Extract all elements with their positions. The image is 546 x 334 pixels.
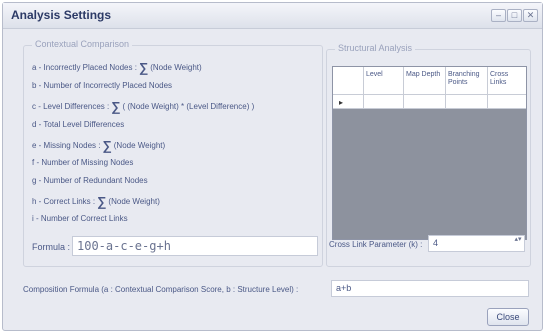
close-button[interactable]: Close: [487, 308, 529, 326]
window-title: Analysis Settings: [11, 8, 112, 22]
rule-f: f - Number of Missing Nodes: [32, 158, 133, 167]
rule-text: ( (Node Weight) * (Level Difference) ): [122, 102, 255, 111]
table-row[interactable]: ▸: [333, 95, 526, 109]
composition-formula-label: Composition Formula (a : Contextual Comp…: [23, 285, 299, 294]
rule-text: c - Level Differences :: [32, 102, 110, 111]
maximize-icon[interactable]: □: [507, 9, 522, 22]
rule-d: d - Total Level Differences: [32, 120, 124, 129]
sigma-icon: ∑: [97, 194, 107, 209]
title-bar: Analysis Settings – □ ✕: [3, 3, 542, 29]
rule-text: e - Missing Nodes :: [32, 141, 101, 150]
column-header-branching-points[interactable]: Branching Points: [445, 67, 487, 95]
column-header-cross-links[interactable]: Cross Links: [487, 67, 526, 95]
grid-header: Level Map Depth Branching Points Cross L…: [333, 67, 526, 95]
close-icon[interactable]: ✕: [523, 9, 538, 22]
minimize-icon[interactable]: –: [491, 9, 506, 22]
composition-formula-input[interactable]: a+b: [331, 280, 529, 297]
cell-cross-links[interactable]: [487, 95, 526, 109]
cell-map-depth[interactable]: [403, 95, 445, 109]
contextual-comparison-group: Contextual Comparison a - Incorrectly Pl…: [23, 39, 323, 267]
rule-text: a - Incorrectly Placed Nodes :: [32, 63, 137, 72]
sigma-icon: ∑: [111, 99, 121, 114]
rule-i: i - Number of Correct Links: [32, 214, 128, 223]
rule-text: g - Number of Redundant Nodes: [32, 176, 148, 185]
column-header-map-depth[interactable]: Map Depth: [403, 67, 445, 95]
column-header-level[interactable]: Level: [363, 67, 403, 95]
rule-text: (Node Weight): [108, 197, 160, 206]
sigma-icon: ∑: [138, 60, 149, 75]
rule-text: (Node Weight): [150, 63, 202, 72]
rule-text: b - Number of Incorrectly Placed Nodes: [32, 81, 173, 90]
formula-label: Formula :: [32, 242, 71, 252]
rule-a: a - Incorrectly Placed Nodes : ∑ (Node Wei…: [32, 60, 202, 75]
rule-text: f - Number of Missing Nodes: [32, 158, 134, 167]
rule-c: c - Level Differences : ∑( (Node Weight) …: [32, 99, 254, 114]
spinner-arrows-icon[interactable]: ▴▾: [513, 236, 523, 250]
structural-analysis-grid[interactable]: Level Map Depth Branching Points Cross L…: [332, 66, 527, 240]
rule-text: d - Total Level Differences: [32, 120, 125, 129]
rule-g: g - Number of Redundant Nodes: [32, 176, 148, 185]
cross-link-parameter-label: Cross Link Parameter (k) :: [329, 240, 423, 249]
cross-link-parameter-value: 4: [433, 238, 439, 248]
row-selector-icon: ▸: [339, 98, 344, 107]
formula-input[interactable]: 100-a-c-e-g+h: [72, 236, 318, 256]
sigma-icon: ∑: [102, 138, 112, 153]
cross-link-parameter-stepper[interactable]: 4 ▴▾: [428, 235, 525, 252]
rule-text: h - Correct Links :: [32, 197, 96, 206]
contextual-comparison-legend: Contextual Comparison: [32, 39, 133, 49]
rule-b: b - Number of Incorrectly Placed Nodes: [32, 81, 172, 90]
rule-e: e - Missing Nodes : ∑ (Node Weight): [32, 138, 165, 153]
structural-analysis-legend: Structural Analysis: [335, 43, 416, 53]
rule-text: i - Number of Correct Links: [32, 214, 128, 223]
rule-h: h - Correct Links : ∑ (Node Weight): [32, 194, 160, 209]
rule-text: (Node Weight): [113, 141, 166, 150]
cell-level[interactable]: [363, 95, 403, 109]
analysis-settings-window: Analysis Settings – □ ✕ Contextual Compa…: [2, 2, 543, 331]
cell-branching-points[interactable]: [445, 95, 487, 109]
